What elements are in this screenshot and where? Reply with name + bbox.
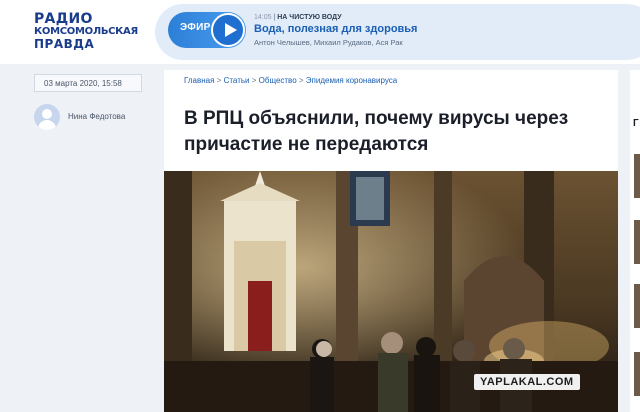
logo-line-1: РАДИО <box>34 11 93 27</box>
now-playing-show: НА ЧИСТУЮ ВОДУ <box>277 14 342 21</box>
breadcrumb-item-epidemic[interactable]: Эпидемия коронавируса <box>306 76 397 85</box>
now-playing-title[interactable]: Вода, полезная для здоровья <box>254 23 417 35</box>
now-playing-meta: 14:05 | НА ЧИСТУЮ ВОДУ <box>254 14 342 21</box>
author-name[interactable]: Нина Федотова <box>68 112 125 121</box>
logo-line-2: КОМСОМОЛЬСКАЯ <box>34 26 138 37</box>
breadcrumb-separator: > <box>249 76 259 85</box>
site-logo[interactable]: РАДИО КОМСОМОЛЬСКАЯ ПРАВДА <box>34 11 138 51</box>
now-playing-time: 14:05 <box>254 14 272 21</box>
sidebar-thumbnail[interactable] <box>634 154 640 198</box>
breadcrumb-item-home[interactable]: Главная <box>184 76 214 85</box>
on-air-label: ЭФИР <box>180 22 211 33</box>
breadcrumb-separator: > <box>296 76 306 85</box>
now-playing-hosts: Антон Челышев, Михаил Рудаков, Ася Рак <box>254 38 403 47</box>
sidebar-thumbnail[interactable] <box>634 220 640 264</box>
breadcrumb-item-articles[interactable]: Статьи <box>224 76 250 85</box>
breadcrumb: Главная > Статьи > Общество > Эпидемия к… <box>184 76 397 85</box>
breadcrumb-separator: > <box>214 76 224 85</box>
article-headline: В РПЦ объяснили, почему вирусы через при… <box>184 108 569 155</box>
logo-line-3: ПРАВДА <box>34 37 95 51</box>
publish-date: 03 марта 2020, 15:58 <box>34 74 142 92</box>
author-avatar[interactable] <box>34 104 60 130</box>
sidebar-heading-fragment: Г <box>633 118 639 129</box>
sidebar-thumbnail[interactable] <box>634 352 640 396</box>
play-icon[interactable] <box>211 13 245 47</box>
breadcrumb-item-society[interactable]: Общество <box>259 76 297 85</box>
sidebar-thumbnail[interactable] <box>634 284 640 328</box>
watermark: YAPLAKAL.COM <box>474 374 580 390</box>
